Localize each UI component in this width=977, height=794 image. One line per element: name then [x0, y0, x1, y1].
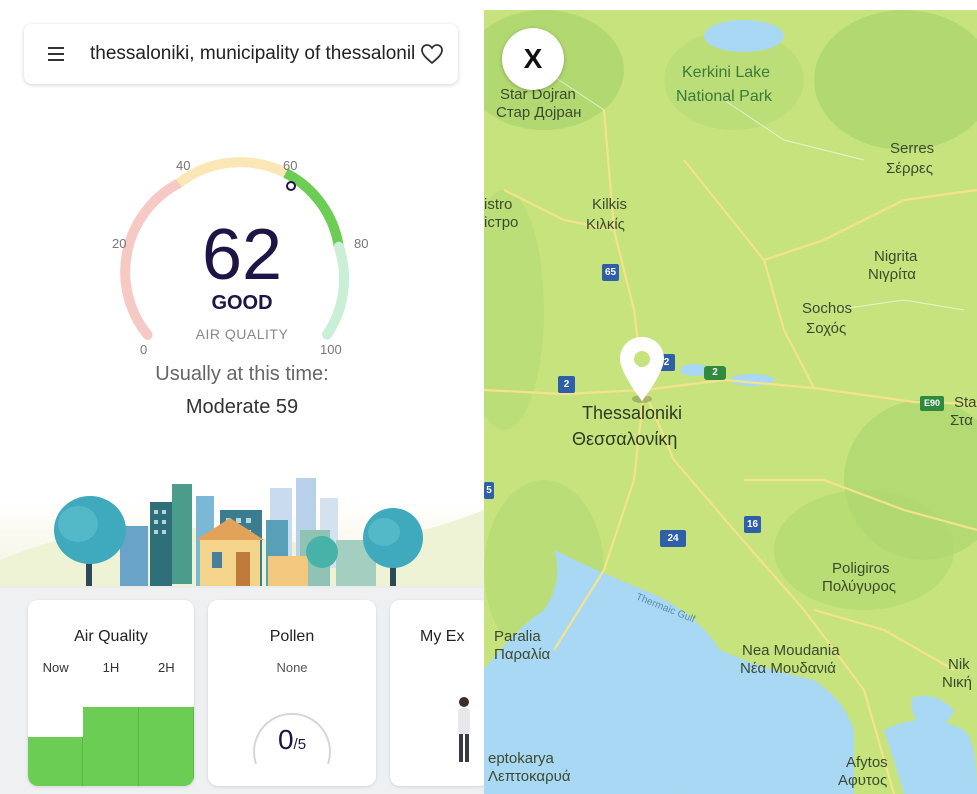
location-pin-icon[interactable]	[616, 335, 668, 405]
road-shield-16: 16	[744, 516, 761, 533]
map-label-nik: Nik	[948, 656, 970, 673]
gauge-tick-100: 100	[320, 342, 342, 357]
map-label-thessaloniki: Thessaloniki	[582, 403, 683, 423]
map-label-leptokarya: eptokarya	[488, 750, 554, 767]
map-label-paralia: Paralia	[494, 628, 541, 645]
pollen-value-max: /5	[293, 736, 307, 753]
map-label-serres-gr: Σέρρες	[886, 160, 933, 177]
road-shield-e90: E90	[920, 396, 944, 411]
map-label-sochos-gr: Σοχός	[806, 320, 847, 337]
pollen-card[interactable]: Pollen None 0/5	[208, 600, 376, 786]
location-search-bar[interactable]: thessaloniki, municipality of thessaloni…	[24, 24, 458, 84]
aq-tab-now[interactable]: Now	[28, 660, 83, 675]
map-label-nigrita: Nigrita	[874, 248, 918, 265]
aqi-value: 62	[201, 215, 283, 295]
aq-tab-2h[interactable]: 2H	[139, 660, 194, 675]
road-shield-24: 24	[660, 530, 686, 547]
usual-value: Moderate 59	[185, 396, 299, 418]
heart-icon[interactable]	[420, 43, 444, 65]
map-label-sta-gr: Στα	[950, 412, 973, 429]
map-label-poligiros-gr: Πολύγυρος	[822, 578, 897, 595]
location-text[interactable]: thessaloniki, municipality of thessaloni…	[90, 43, 414, 65]
gauge-indicator	[286, 181, 296, 191]
map-label-afytos-gr: Αφυτος	[838, 772, 888, 789]
map-label-serres: Serres	[890, 140, 935, 157]
road-shield-2c: 2	[704, 366, 726, 380]
aqi-label: AIR QUALITY	[195, 326, 289, 342]
aq-bar-now	[28, 737, 84, 786]
map-label-sochos: Sochos	[802, 300, 853, 317]
gauge-tick-60: 60	[283, 158, 298, 173]
map-label-paralia-gr: Παραλία	[494, 646, 551, 663]
screenshot-root: thessaloniki, municipality of thessaloni…	[0, 0, 977, 794]
map-label-star-dojran-cyr: Стар Дојран	[496, 104, 582, 121]
map-label-kerkini-2: National Park	[676, 88, 773, 105]
pollen-card-title: Pollen	[269, 628, 315, 645]
road-shield-65: 65	[602, 264, 619, 281]
usual-label: Usually at this time:	[155, 363, 329, 385]
close-map-button[interactable]: X	[502, 28, 564, 90]
air-quality-card-title: Air Quality	[74, 628, 148, 645]
pollen-value-number: 0	[277, 724, 294, 755]
air-quality-card[interactable]: Air Quality Now 1H 2H	[28, 600, 194, 786]
air-quality-panel: thessaloniki, municipality of thessaloni…	[0, 0, 484, 794]
map-label-thessaloniki-gr: Θεσσαλονίκη	[572, 429, 678, 449]
road-shield-5: 5	[484, 482, 494, 499]
map-canvas[interactable]	[484, 10, 977, 794]
map-label-nea-moudania-gr: Νέα Μουδανιά	[740, 660, 836, 677]
gauge-tick-40: 40	[176, 158, 191, 173]
city-illustration	[0, 478, 484, 600]
map-label-leptokarya-gr: Λεπτοκαρυά	[488, 768, 571, 785]
road-shield-2a: 2	[558, 376, 575, 393]
aq-bar-2h	[138, 707, 194, 786]
map-label-sta: Sta	[954, 394, 977, 411]
map-label-nea-moudania: Nea Moudania	[742, 642, 840, 659]
map-label-kilkis: Kilkis	[592, 196, 628, 213]
map-label-nigrita-gr: Νιγρίτα	[868, 266, 916, 283]
map-label-kerkini-1: Kerkini Lake	[682, 64, 771, 81]
gauge-tick-0: 0	[140, 342, 148, 357]
aqi-category: GOOD	[211, 292, 273, 314]
aq-time-tabs: Now 1H 2H	[28, 660, 194, 675]
map-panel[interactable]: Star Dojran Стар Дојран Kerkini Lake Nat…	[484, 10, 977, 794]
my-exposure-card-title: My Ex	[420, 628, 465, 645]
map-label-istro: istro	[484, 196, 513, 213]
map-label-nik-gr: Νική	[942, 674, 973, 691]
map-label-istro-cyr: істро	[484, 214, 519, 231]
pollen-level: None	[276, 660, 308, 675]
aq-bar-1h	[83, 707, 139, 786]
map-label-afytos: Afytos	[846, 754, 888, 771]
aq-tab-1h[interactable]: 1H	[83, 660, 138, 675]
pollen-value: 0/5	[208, 724, 376, 756]
menu-icon[interactable]	[46, 44, 72, 64]
person-illustration	[458, 697, 470, 762]
map-label-kilkis-gr: Κιλκίς	[586, 216, 625, 233]
map-label-poligiros: Poligiros	[832, 560, 890, 577]
my-exposure-card[interactable]: My Ex	[390, 600, 484, 786]
